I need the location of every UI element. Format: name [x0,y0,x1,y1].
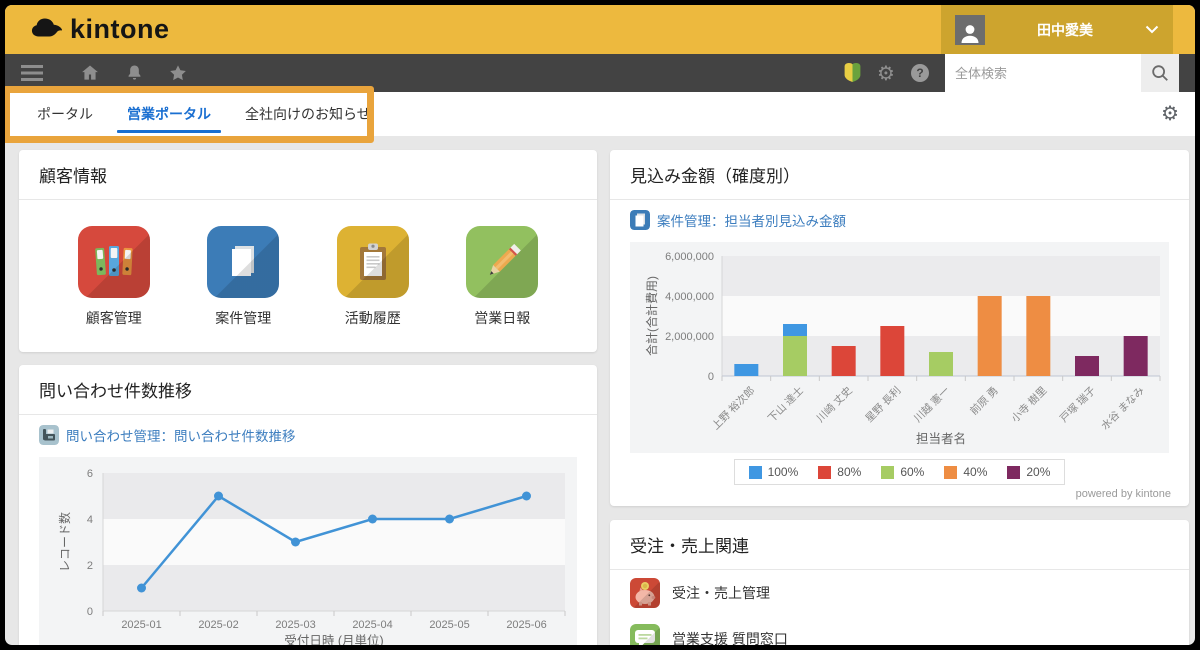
portal-settings-gear-icon[interactable]: ⚙ [1161,103,1179,125]
svg-text:6: 6 [87,468,93,480]
order-link-1[interactable]: 営業支援 質問窓口 [610,616,1189,645]
svg-text:2025-05: 2025-05 [429,619,469,631]
svg-text:川崎 丈史: 川崎 丈史 [814,384,855,425]
binders-icon [78,226,150,298]
home-icon[interactable] [73,54,107,92]
kintone-screen: kintone 田中愛美 [5,5,1195,645]
card-title: 顧客情報 [19,150,597,200]
chat-bubble-icon [630,624,660,645]
search-icon[interactable] [1141,54,1179,92]
svg-text:前原 勇: 前原 勇 [967,384,1001,418]
line-chart: 0 2 4 6 2025-01 2025-02 2025-03 2025-04 2025-05 2… [39,457,577,645]
chevron-down-icon [1145,21,1159,39]
svg-text:小寺 樹里: 小寺 樹里 [1008,384,1049,425]
app-header: kintone 田中愛美 [5,5,1195,54]
search-input[interactable] [945,54,1141,92]
legend-item: 80% [818,465,861,479]
settings-gear-icon[interactable]: ⚙ [869,54,903,92]
svg-text:2025-06: 2025-06 [506,619,546,631]
svg-text:レコード数: レコード数 [57,512,72,572]
legend-item: 20% [1007,465,1050,479]
svg-text:0: 0 [708,371,714,383]
svg-text:2025-03: 2025-03 [275,619,315,631]
svg-text:合計(合計費用): 合計(合計費用) [644,276,659,356]
svg-text:2025-02: 2025-02 [198,619,238,631]
svg-text:6,000,000: 6,000,000 [665,251,714,263]
bar-chart: 02,000,0004,000,0006,000,000上野 裕次郎下山 達士川… [630,242,1169,453]
notifications-bell-icon[interactable] [117,54,151,92]
card-title: 受注・売上関連 [610,520,1189,570]
portal-tab-2[interactable]: 全社向けのお知らせ [231,92,385,136]
inquiry-app-link[interactable]: 問い合わせ管理：問い合わせ件数推移 [19,415,597,449]
kintone-logo[interactable]: kintone [31,14,170,45]
logo-text: kintone [70,14,170,45]
orders-card: 受注・売上関連 受注・売上管理 営業支援 質問窓口 [610,520,1189,645]
app-tile-0[interactable]: 顧客管理 [78,226,150,328]
user-name: 田中愛美 [985,20,1145,40]
forecast-app-icon [630,210,650,230]
legend-item: 60% [881,465,924,479]
toolbar: ⚙ ? [5,54,1195,92]
card-title: 見込み金額（確度別） [610,150,1189,200]
documents-icon [207,226,279,298]
order-link-0[interactable]: 受注・売上管理 [610,570,1189,616]
app-tile-1[interactable]: 案件管理 [207,226,279,328]
order-link-label: 営業支援 質問窓口 [672,629,788,645]
svg-text:受付日時 (月単位): 受付日時 (月単位) [284,633,383,645]
app-tile-3[interactable]: 営業日報 [466,226,538,328]
order-link-label: 受注・売上管理 [672,583,770,603]
cloud-logo-icon [31,16,63,44]
inquiry-chart-card: 問い合わせ件数推移 問い合わせ管理：問い合わせ件数推移 0 2 4 6 2025-01 2… [19,365,597,645]
screenshot-frame: kintone 田中愛美 [0,0,1200,650]
inquiry-app-icon [39,425,59,445]
portal-tab-0[interactable]: ポータル [23,92,107,136]
help-icon[interactable]: ? [903,54,937,92]
app-label: 顧客管理 [86,308,142,328]
svg-text:川越 憲一: 川越 憲一 [911,384,952,425]
app-link-label: 案件管理：担当者別見込み金額 [657,210,846,230]
powered-by-label: powered by kintone [610,485,1189,506]
customer-info-card: 顧客情報 顧客管理 案件管理 活動履歴 営業日報 [19,150,597,352]
piggy-bank-icon [630,578,660,608]
beginner-guide-icon[interactable] [835,54,869,92]
card-title: 問い合わせ件数推移 [19,365,597,415]
svg-text:4: 4 [87,514,93,526]
svg-text:下山 達士: 下山 達士 [765,384,806,425]
svg-text:4,000,000: 4,000,000 [665,291,714,303]
svg-text:0: 0 [87,606,93,618]
svg-text:2025-01: 2025-01 [121,619,161,631]
forecast-chart-card: 見込み金額（確度別） 案件管理：担当者別見込み金額 0 2,000,000 4,00… [610,150,1189,506]
svg-text:2025-04: 2025-04 [352,619,392,631]
global-search [945,54,1179,92]
forecast-app-link[interactable]: 案件管理：担当者別見込み金額 [610,200,1189,234]
app-link-label: 問い合わせ管理：問い合わせ件数推移 [66,425,296,445]
svg-text:戸塚 瑞子: 戸塚 瑞子 [1058,385,1098,425]
app-label: 活動履歴 [345,308,401,328]
chart-legend: 100% 80% 60% 40% 20% [734,459,1066,485]
user-menu[interactable]: 田中愛美 [941,5,1173,54]
svg-text:水谷 まなみ: 水谷 まなみ [1099,385,1147,433]
app-label: 案件管理 [215,308,271,328]
user-avatar-icon [955,15,985,45]
svg-text:担当者名: 担当者名 [916,431,966,446]
portal-tabbar: ポータル営業ポータル全社向けのお知らせ ⚙ [5,92,1195,136]
portal-tab-1[interactable]: 営業ポータル [113,92,225,136]
app-tile-2[interactable]: 活動履歴 [337,226,409,328]
pencil-icon [466,226,538,298]
svg-text:2: 2 [87,560,93,572]
svg-text:上野 裕次郎: 上野 裕次郎 [709,384,757,432]
legend-item: 40% [944,465,987,479]
clipboard-icon [337,226,409,298]
svg-text:?: ? [916,66,923,80]
hamburger-menu-icon[interactable] [15,54,49,92]
app-label: 営業日報 [474,308,530,328]
favorites-star-icon[interactable] [161,54,195,92]
svg-text:星野 長利: 星野 長利 [863,385,903,425]
portal-content: 顧客情報 顧客管理 案件管理 活動履歴 営業日報 問い合わせ件数推移 問い合わせ… [5,136,1195,645]
svg-text:2,000,000: 2,000,000 [665,331,714,343]
legend-item: 100% [749,465,799,479]
